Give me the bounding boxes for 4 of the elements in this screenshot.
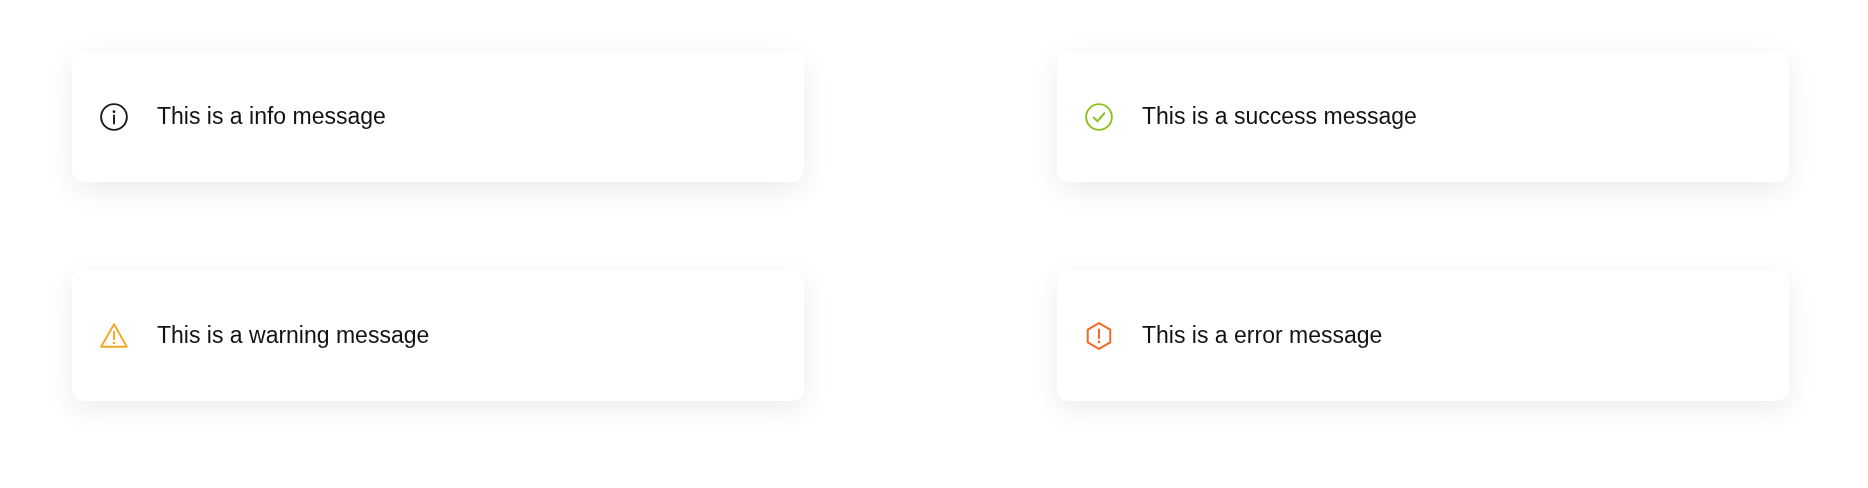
message-text: This is a error message [1142, 322, 1383, 349]
message-text: This is a warning message [157, 322, 430, 349]
message-text: This is a success message [1142, 103, 1417, 130]
message-text: This is a info message [157, 103, 386, 130]
